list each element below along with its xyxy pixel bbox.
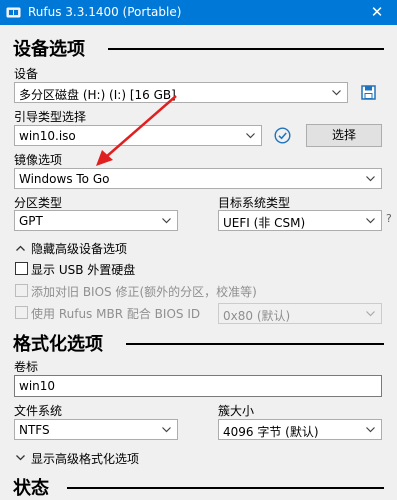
check-circle-icon xyxy=(274,127,291,144)
cluster-size-dropdown[interactable]: 4096 字节 (默认) xyxy=(218,419,382,440)
chevron-up-icon xyxy=(16,245,25,251)
device-dropdown[interactable]: 多分区磁盘 (H:) (I:) [16 GB] xyxy=(14,82,348,103)
bios-id-dropdown[interactable]: 0x80 (默认) xyxy=(218,303,382,324)
drive-properties-heading: 设备选项 xyxy=(13,39,85,60)
filesystem-dropdown[interactable]: NTFS xyxy=(14,419,178,440)
close-button[interactable]: ✕ xyxy=(357,0,397,25)
boot-type-value: win10.iso xyxy=(19,129,76,143)
filesystem-label: 文件系统 xyxy=(14,404,63,418)
window-title: Rufus 3.3.1400 (Portable) xyxy=(28,5,182,19)
format-options-heading: 格式化选项 xyxy=(13,334,103,355)
bios-id-value: 0x80 (默认) xyxy=(223,309,291,323)
section-divider xyxy=(126,343,384,345)
chevron-down-icon xyxy=(246,133,255,139)
chevron-down-icon xyxy=(366,218,375,224)
help-icon[interactable]: ? xyxy=(386,212,392,225)
image-option-dropdown[interactable]: Windows To Go xyxy=(14,168,382,189)
target-system-dropdown[interactable]: UEFI (非 CSM) xyxy=(218,210,382,231)
rufus-app-icon xyxy=(6,7,21,18)
advanced-drive-toggle-label: 隐藏高级设备选项 xyxy=(31,242,128,256)
filesystem-value: NTFS xyxy=(19,423,50,437)
partition-scheme-value: GPT xyxy=(19,214,43,228)
advanced-format-toggle[interactable]: 显示高级格式化选项 xyxy=(14,450,214,466)
rufus-mbr-label: 使用 Rufus MBR 配合 BIOS ID xyxy=(31,307,201,321)
section-divider xyxy=(108,48,384,50)
status-heading: 状态 xyxy=(13,478,49,499)
partition-scheme-dropdown[interactable]: GPT xyxy=(14,210,178,231)
cluster-size-label: 簇大小 xyxy=(218,404,255,418)
chevron-down-icon xyxy=(162,218,171,224)
list-usb-label: 显示 USB 外置硬盘 xyxy=(31,263,136,277)
chevron-down-icon xyxy=(366,176,375,182)
bios-fix-checkbox[interactable] xyxy=(15,284,28,297)
bios-fix-label: 添加对旧 BIOS 修正(额外的分区，校准等) xyxy=(31,285,257,299)
volume-label-input[interactable]: win10 xyxy=(14,375,382,397)
section-divider xyxy=(67,487,384,489)
rufus-mbr-checkbox[interactable] xyxy=(15,306,28,319)
select-button[interactable]: 选择 xyxy=(306,124,382,147)
partition-scheme-label: 分区类型 xyxy=(14,196,63,210)
chevron-down-icon xyxy=(366,311,375,317)
advanced-drive-toggle[interactable]: 隐藏高级设备选项 xyxy=(14,240,214,256)
image-option-label: 镜像选项 xyxy=(14,153,63,167)
volume-label-label: 卷标 xyxy=(14,360,39,374)
chevron-down-icon xyxy=(162,427,171,433)
list-usb-checkbox[interactable] xyxy=(15,262,28,275)
chevron-down-icon xyxy=(332,90,341,96)
title-bar: Rufus 3.3.1400 (Portable) ✕ xyxy=(0,0,397,25)
cluster-size-value: 4096 字节 (默认) xyxy=(223,425,319,439)
chevron-down-icon xyxy=(16,455,25,461)
boot-type-label: 引导类型选择 xyxy=(14,110,87,124)
volume-label-value: win10 xyxy=(19,379,56,393)
chevron-down-icon xyxy=(366,427,375,433)
target-system-label: 目标系统类型 xyxy=(218,196,291,210)
device-value: 多分区磁盘 (H:) (I:) [16 GB] xyxy=(19,88,176,102)
target-system-value: UEFI (非 CSM) xyxy=(223,216,306,230)
image-option-value: Windows To Go xyxy=(19,172,110,186)
advanced-format-toggle-label: 显示高级格式化选项 xyxy=(31,452,140,466)
boot-type-dropdown[interactable]: win10.iso xyxy=(14,125,262,146)
save-icon[interactable] xyxy=(361,85,376,100)
device-label: 设备 xyxy=(14,67,39,81)
